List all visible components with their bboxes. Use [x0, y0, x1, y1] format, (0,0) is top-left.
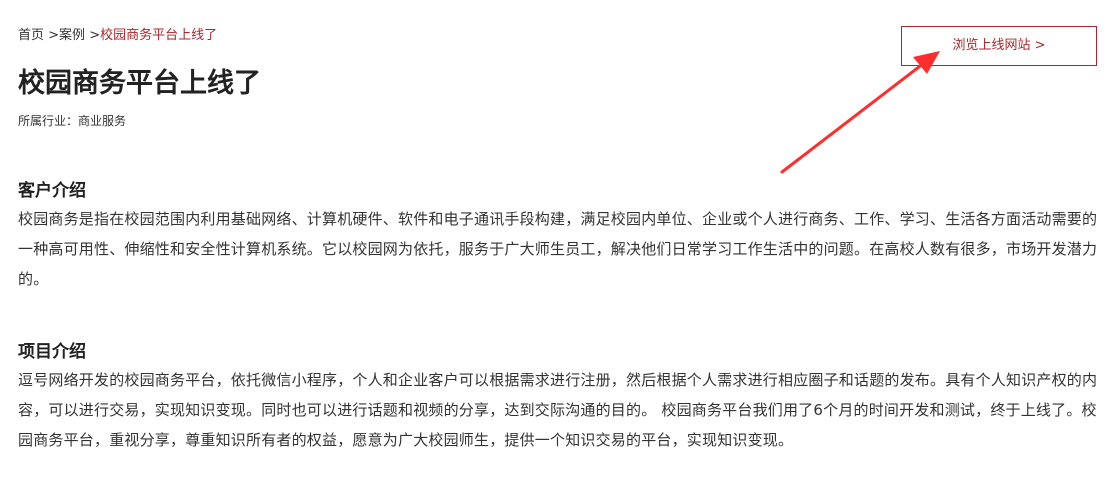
project-intro-section: 项目介绍 逗号网络开发的校园商务平台，依托微信小程序，个人和企业客户可以根据需求…	[18, 339, 1098, 455]
client-intro-section: 客户介绍 校园商务是指在校园范围内利用基础网络、计算机硬件、软件和电子通讯手段构…	[18, 178, 1098, 294]
breadcrumb-separator: >	[85, 28, 101, 43]
breadcrumb-home-link[interactable]: 首页	[18, 28, 44, 43]
client-intro-text: 校园商务是指在校园范围内利用基础网络、计算机硬件、软件和电子通讯手段构建，满足校…	[18, 210, 1098, 288]
page-title: 校园商务平台上线了	[18, 68, 261, 99]
project-intro-heading: 项目介绍	[18, 342, 86, 362]
project-intro-text: 逗号网络开发的校园商务平台，依托微信小程序，个人和企业客户可以根据需求进行注册，…	[18, 371, 1098, 449]
industry-label: 所属行业：商业服务	[18, 114, 127, 128]
visit-live-site-button[interactable]: 浏览上线网站 >	[901, 26, 1097, 66]
breadcrumb-separator: >	[44, 28, 60, 43]
client-intro-heading: 客户介绍	[18, 181, 86, 201]
breadcrumb: 首页 >案例 >校园商务平台上线了	[18, 27, 217, 45]
breadcrumb-current: 校园商务平台上线了	[100, 28, 218, 43]
breadcrumb-cases-link[interactable]: 案例	[59, 28, 85, 43]
